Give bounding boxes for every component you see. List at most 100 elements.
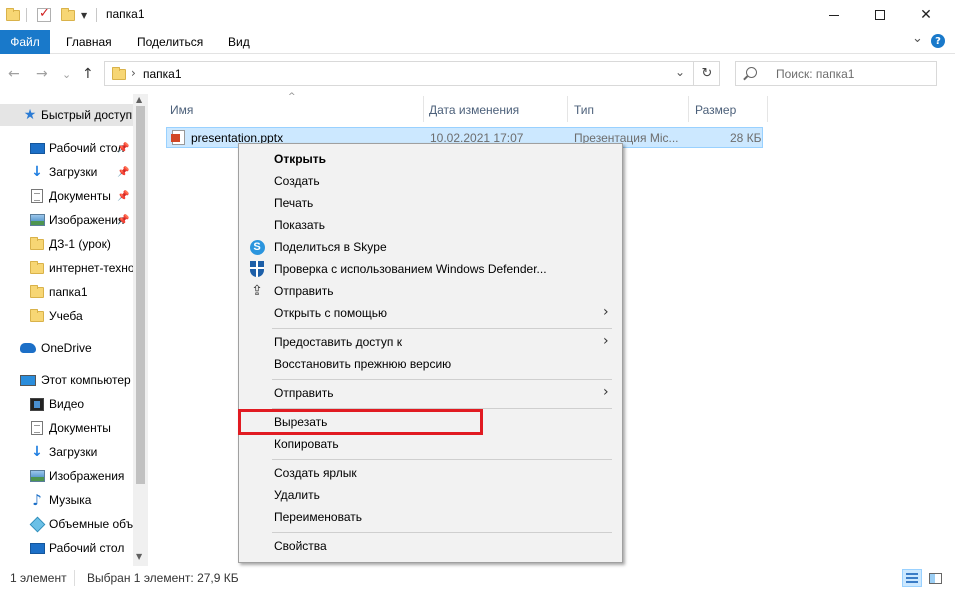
chevron-right-icon[interactable]: ›	[131, 66, 136, 80]
nav-item-pc-pictures[interactable]: Изображения	[0, 465, 134, 487]
menu-item-label: Предоставить доступ к	[274, 335, 402, 349]
nav-item-pc-documents[interactable]: Документы	[0, 417, 134, 439]
nav-item-downloads[interactable]: ↓ Загрузки 📌	[0, 161, 134, 183]
menu-item-share-skype[interactable]: S Поделиться в Skype	[241, 236, 620, 258]
pin-icon[interactable]: 📌	[117, 191, 129, 202]
menu-item-create-shortcut[interactable]: Создать ярлык	[241, 462, 620, 484]
nav-item-label: Документы	[49, 421, 111, 435]
up-button[interactable]: ↑	[82, 66, 94, 82]
column-divider[interactable]	[767, 96, 768, 122]
expand-ribbon-icon[interactable]: ⌄	[912, 31, 923, 46]
nav-item-pictures[interactable]: Изображения 📌	[0, 209, 134, 231]
download-icon: ↓	[31, 164, 43, 180]
maximize-button[interactable]	[857, 0, 903, 30]
customize-quick-access-icon[interactable]: ▼	[81, 7, 87, 23]
menu-item-delete[interactable]: Удалить	[241, 484, 620, 506]
quick-access-separator	[26, 7, 27, 23]
column-header-type[interactable]: Тип	[574, 103, 594, 117]
nav-scroll-thumb[interactable]	[136, 106, 145, 484]
column-header-name[interactable]: Имя	[170, 103, 193, 117]
menu-item-print[interactable]: Печать	[241, 192, 620, 214]
status-bar: 1 элемент Выбран 1 элемент: 27,9 КБ	[0, 566, 955, 595]
nav-item-label: Рабочий стол	[49, 141, 125, 155]
menu-item-rename[interactable]: Переименовать	[241, 506, 620, 528]
scroll-down-icon[interactable]: ▼	[136, 552, 142, 561]
menu-item-give-access[interactable]: Предоставить доступ к ›	[241, 331, 620, 353]
tab-file[interactable]: Файл	[0, 30, 50, 54]
menu-item-label: Создать ярлык	[274, 466, 357, 480]
column-header-size[interactable]: Размер	[695, 103, 736, 117]
nav-item-3d-objects[interactable]: Объемные объекты	[0, 513, 134, 535]
menu-item-defender-scan[interactable]: Проверка с использованием Windows Defend…	[241, 258, 620, 280]
nav-item-folder-internet[interactable]: интернет-технологии	[0, 257, 134, 279]
address-path[interactable]: папка1	[143, 67, 182, 81]
annotation-highlight-frame	[238, 409, 483, 435]
address-bar[interactable]: › папка1 ⌄ ↻	[104, 61, 720, 86]
pin-icon[interactable]: 📌	[117, 215, 129, 226]
tab-view[interactable]: Вид	[228, 35, 250, 49]
nav-item-label: Документы	[49, 189, 111, 203]
nav-item-this-pc[interactable]: Этот компьютер	[0, 369, 134, 391]
nav-item-folder-dz1[interactable]: ДЗ-1 (урок)	[0, 233, 134, 255]
submenu-arrow-icon: ›	[603, 384, 609, 400]
tab-home[interactable]: Главная	[66, 35, 112, 49]
menu-item-properties[interactable]: Свойства	[241, 535, 620, 557]
nav-item-onedrive[interactable]: OneDrive	[0, 337, 134, 359]
nav-item-quick-access[interactable]: ★ Быстрый доступ	[0, 104, 134, 126]
nav-item-music[interactable]: ♪ Музыка	[0, 489, 134, 511]
pin-icon[interactable]: 📌	[117, 143, 129, 154]
details-view-icon	[906, 573, 918, 583]
properties-quick-icon[interactable]	[37, 6, 51, 23]
column-divider[interactable]	[567, 96, 568, 122]
menu-item-label: Показать	[274, 218, 326, 232]
nav-scrollbar[interactable]: ▲ ▼	[133, 94, 148, 566]
new-folder-quick-icon[interactable]	[61, 7, 75, 23]
refresh-icon: ↻	[701, 66, 713, 81]
scroll-up-icon[interactable]: ▲	[136, 95, 142, 104]
tab-share[interactable]: Поделиться	[137, 35, 203, 49]
folder-icon	[112, 67, 126, 80]
column-divider[interactable]	[688, 96, 689, 122]
nav-item-folder-papka1[interactable]: папка1	[0, 281, 134, 303]
menu-item-label: Отправить	[274, 284, 334, 298]
minimize-button[interactable]	[811, 0, 857, 30]
nav-item-pc-downloads[interactable]: ↓ Загрузки	[0, 441, 134, 463]
menu-item-send[interactable]: ⇪ Отправить	[241, 280, 620, 302]
nav-item-video[interactable]: Видео	[0, 393, 134, 415]
address-dropdown-icon[interactable]: ⌄	[675, 65, 685, 79]
nav-item-label: Музыка	[49, 493, 92, 507]
nav-item-documents[interactable]: Документы 📌	[0, 185, 134, 207]
menu-item-show[interactable]: Показать	[241, 214, 620, 236]
menu-item-copy[interactable]: Копировать	[241, 433, 620, 455]
close-button[interactable]: ✕	[903, 0, 949, 30]
pin-icon[interactable]: 📌	[117, 167, 129, 178]
menu-item-label: Копировать	[274, 437, 339, 451]
title-separator	[96, 7, 97, 23]
search-input[interactable]: Поиск: папка1	[735, 61, 937, 86]
documents-icon	[31, 421, 43, 435]
menu-item-label: Проверка с использованием Windows Defend…	[274, 262, 547, 276]
nav-item-folder-ucheba[interactable]: Учеба	[0, 305, 134, 327]
star-icon: ★	[23, 107, 37, 123]
menu-item-open-with[interactable]: Открыть с помощью ›	[241, 302, 620, 324]
help-button[interactable]: ?	[931, 34, 945, 48]
desktop-icon	[29, 142, 45, 154]
column-divider[interactable]	[423, 96, 424, 122]
back-button[interactable]: ←	[8, 66, 20, 82]
details-view-button[interactable]	[902, 569, 922, 587]
3d-objects-icon	[29, 516, 45, 532]
forward-button[interactable]: →	[36, 66, 48, 82]
menu-item-label: Отправить	[274, 386, 334, 400]
nav-item-label: интернет-технологии	[49, 261, 134, 275]
recent-locations-button[interactable]: ⌄	[62, 68, 71, 81]
nav-item-pc-desktop[interactable]: Рабочий стол	[0, 537, 134, 559]
menu-item-create[interactable]: Создать	[241, 170, 620, 192]
tiles-view-button[interactable]	[925, 569, 945, 587]
nav-item-desktop[interactable]: Рабочий стол 📌	[0, 137, 134, 159]
column-header-date[interactable]: Дата изменения	[429, 103, 519, 117]
menu-item-restore-version[interactable]: Восстановить прежнюю версию	[241, 353, 620, 375]
refresh-button[interactable]: ↻	[693, 62, 720, 85]
menu-item-open[interactable]: Открыть	[241, 148, 620, 170]
menu-item-send-to[interactable]: Отправить ›	[241, 382, 620, 404]
pictures-icon	[29, 214, 45, 226]
